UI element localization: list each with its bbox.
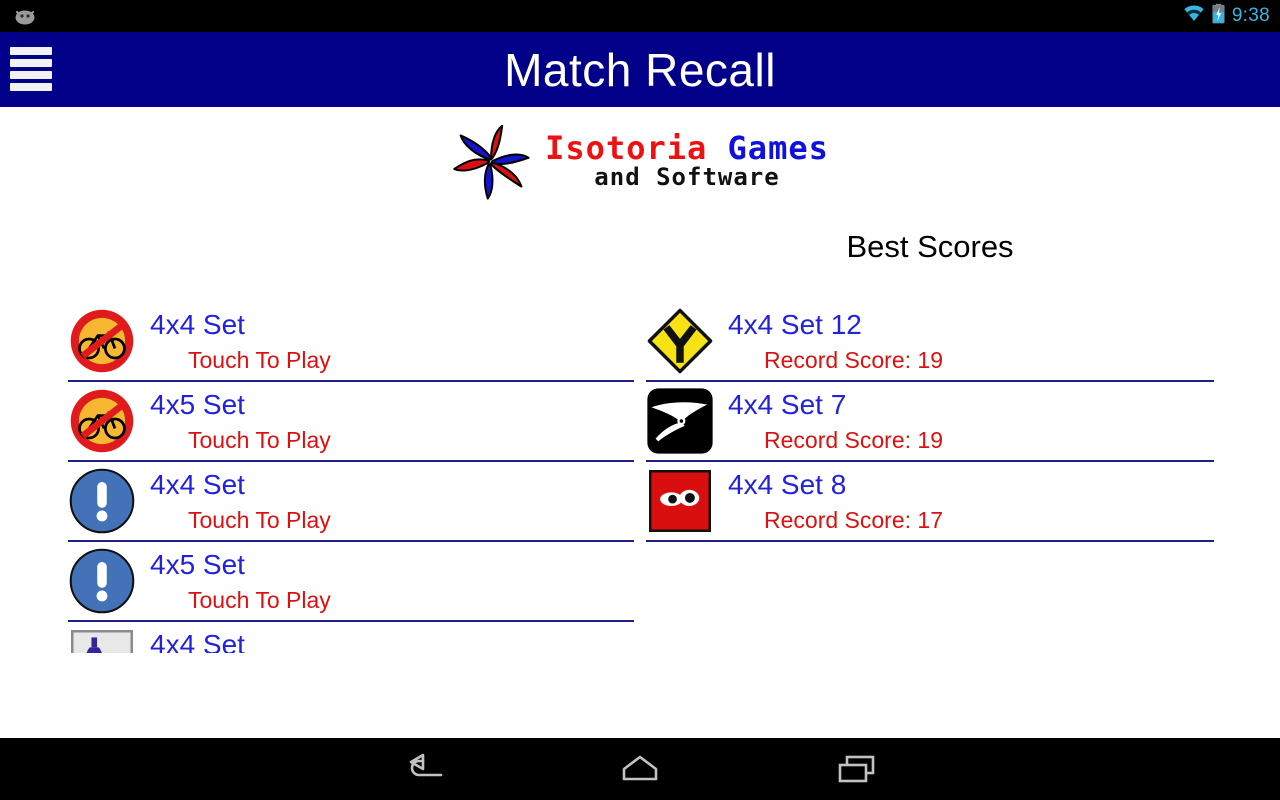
list-item-labels: 4x5 Set Touch To Play <box>150 388 634 453</box>
list-item-subtitle: Touch To Play <box>188 586 331 613</box>
brand-logo: Isotoria Games and Software <box>0 113 1280 209</box>
back-arrow-icon[interactable] <box>363 738 483 800</box>
list-item-subtitle: Touch To Play <box>188 506 331 533</box>
pinwheel-star-icon <box>451 121 531 201</box>
recent-apps-icon[interactable] <box>797 738 917 800</box>
list-item[interactable]: 4x5 Set Touch To Play <box>68 542 634 622</box>
list-item[interactable]: 4x5 Set Touch To Play <box>68 382 634 462</box>
table-row[interactable]: 4x4 Set 8 Record Score: 17 <box>646 462 1214 542</box>
best-scores-header: Best Scores <box>846 229 1014 264</box>
list-item-labels: 4x4 Set Touch To Play <box>150 468 634 533</box>
score-set-title: 4x4 Set 7 <box>728 388 847 420</box>
record-score-label: Record Score: 19 <box>764 426 943 453</box>
logo-wordmark: Isotoria Games and Software <box>545 128 829 192</box>
table-row-labels: 4x4 Set 7 Record Score: 19 <box>728 388 1214 453</box>
record-score-label: Record Score: 19 <box>764 346 943 373</box>
bottle-and-glass-icon <box>68 627 136 653</box>
status-bar-right-cluster: 9:38 <box>1183 3 1270 29</box>
table-row[interactable]: 4x4 Set 7 Record Score: 19 <box>646 382 1214 462</box>
table-row-labels: 4x4 Set 8 Record Score: 17 <box>728 468 1214 533</box>
status-bar-clock: 9:38 <box>1231 5 1270 26</box>
record-score-label: Record Score: 17 <box>764 506 943 533</box>
list-item[interactable]: 4x4 Set Touch To Play <box>68 622 634 653</box>
list-item[interactable]: 4x4 Set Touch To Play <box>68 302 634 382</box>
app-screen: 9:38 Match Recall Isotoria Games and Sof… <box>0 0 1280 800</box>
list-item-title: 4x4 Set <box>150 468 245 500</box>
list-item-title: 4x4 Set <box>150 308 245 340</box>
eyes-icon <box>646 467 714 535</box>
blue-exclamation-circle-icon <box>68 547 136 615</box>
list-item-title: 4x4 Set <box>150 628 245 653</box>
table-row[interactable]: 4x4 Set 12 Record Score: 19 <box>646 302 1214 382</box>
left-panel-header <box>68 215 634 302</box>
logo-tagline: and Software <box>594 163 780 192</box>
no-bicycles-sign-icon <box>68 387 136 455</box>
home-icon[interactable] <box>580 738 700 800</box>
no-bicycles-sign-icon <box>68 307 136 375</box>
logo-title-line: Isotoria Games <box>545 128 829 167</box>
main-content: 4x4 Set Touch To Play 4x5 Set Touch To P… <box>0 215 1280 653</box>
list-item-subtitle: Touch To Play <box>188 426 331 453</box>
list-item-labels: 4x4 Set Touch To Play <box>150 308 634 373</box>
table-row-labels: 4x4 Set 12 Record Score: 19 <box>728 308 1214 373</box>
logo-word-games: Games <box>727 128 829 167</box>
list-item-subtitle: Touch To Play <box>188 346 331 373</box>
page-title: Match Recall <box>504 43 776 96</box>
app-title-bar: Match Recall <box>0 32 1280 107</box>
logo-word-isotoria: Isotoria <box>545 128 708 167</box>
game-sets-list: 4x4 Set Touch To Play 4x5 Set Touch To P… <box>68 215 634 653</box>
score-set-title: 4x4 Set 12 <box>728 308 862 340</box>
wifi-icon <box>1183 4 1205 28</box>
android-face-icon <box>12 6 38 26</box>
hang-glider-icon <box>646 387 714 455</box>
android-status-bar: 9:38 <box>0 0 1280 32</box>
list-item[interactable]: 4x4 Set Touch To Play <box>68 462 634 542</box>
list-item-title: 4x5 Set <box>150 548 245 580</box>
best-scores-list: Best Scores 4x4 Set 12 Record Score: 19 <box>646 215 1214 542</box>
list-item-labels: 4x5 Set Touch To Play <box>150 548 634 613</box>
y-junction-sign-icon <box>646 307 714 375</box>
list-item-title: 4x5 Set <box>150 388 245 420</box>
list-item-labels: 4x4 Set Touch To Play <box>150 628 634 653</box>
battery-charging-icon <box>1212 3 1225 29</box>
score-set-title: 4x4 Set 8 <box>728 468 847 500</box>
blue-exclamation-circle-icon <box>68 467 136 535</box>
android-navigation-bar <box>0 738 1280 800</box>
